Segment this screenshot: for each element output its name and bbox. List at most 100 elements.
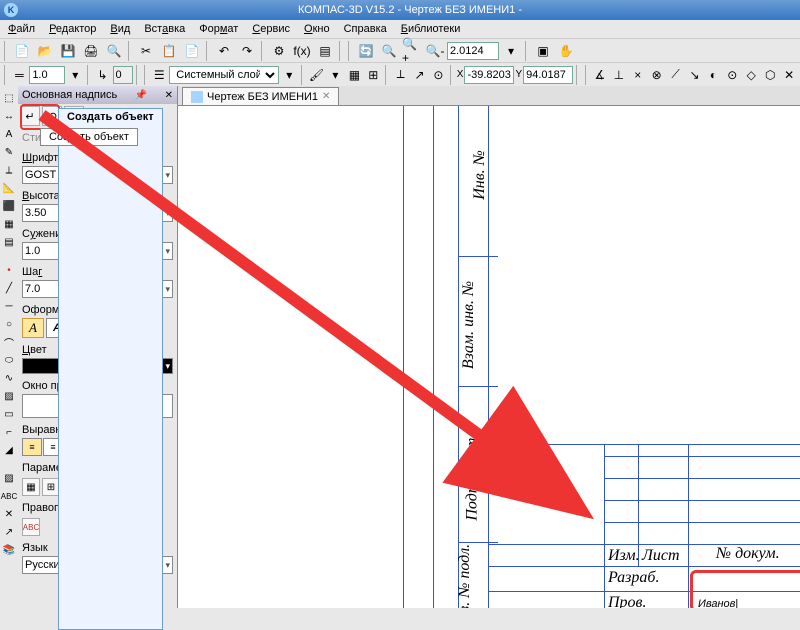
coord-icon[interactable]: ↗	[411, 64, 429, 86]
hatch-icon[interactable]: ▨	[1, 388, 17, 404]
tooltip-create: Создать объект	[58, 108, 163, 630]
menu-view[interactable]: Вид	[104, 21, 136, 37]
dropdown-icon[interactable]: ▾	[500, 40, 522, 62]
undo-icon[interactable]: ↶	[213, 40, 235, 62]
tab-close-icon[interactable]: ✕	[322, 91, 330, 102]
zoom-in-icon[interactable]: 🔍+	[401, 40, 423, 62]
close-panel-icon[interactable]: ✕	[165, 90, 173, 101]
text-icon[interactable]: A	[1, 126, 17, 142]
print-icon[interactable]: 🖨	[80, 40, 102, 62]
layer-select[interactable]: Системный слой (0)	[169, 66, 279, 84]
pin-icon[interactable]: 📌	[135, 90, 147, 101]
open-icon[interactable]: 📂	[34, 40, 56, 62]
dd3-icon[interactable]: ▾	[326, 64, 344, 86]
snap1-icon[interactable]: ∡	[591, 64, 609, 86]
copy-icon[interactable]: 📋	[158, 40, 180, 62]
arc-icon[interactable]: ⌒	[1, 334, 17, 350]
menu-format[interactable]: Формат	[193, 21, 244, 37]
tool-icon[interactable]: ⚙	[268, 40, 290, 62]
abc-icon[interactable]: ABC	[1, 488, 17, 504]
arr-icon[interactable]: ↗	[1, 524, 17, 540]
geom-icon[interactable]: ⬚	[1, 90, 17, 106]
aux-icon[interactable]: ╱	[1, 280, 17, 296]
ortho-icon[interactable]: ⟂	[392, 64, 410, 86]
zoom-input[interactable]	[447, 42, 499, 60]
document-tab[interactable]: Чертеж БЕЗ ИМЕНИ1 ✕	[182, 87, 339, 105]
tab-label: Чертеж БЕЗ ИМЕНИ1	[207, 91, 318, 103]
drawing-canvas[interactable]: Инв. № Взам. инв. № Подп. и дата Инв. № …	[178, 106, 800, 608]
snap10-icon[interactable]: ⬡	[761, 64, 779, 86]
menu-libs[interactable]: Библиотеки	[395, 21, 467, 37]
meas-icon[interactable]: 📐	[1, 180, 17, 196]
grid-icon[interactable]: ▦	[345, 64, 363, 86]
align-left-button[interactable]: ≡	[22, 438, 42, 456]
snap9-icon[interactable]: ◇	[742, 64, 760, 86]
dd2-icon[interactable]: ▾	[280, 64, 298, 86]
ellipse-icon[interactable]: ⬭	[1, 352, 17, 368]
edit-icon[interactable]: ✎	[1, 144, 17, 160]
create-object-button[interactable]: ↵	[20, 106, 40, 126]
cham-icon[interactable]: ⌐	[1, 424, 17, 440]
snap6-icon[interactable]: ↘	[686, 64, 704, 86]
y-input[interactable]	[523, 66, 573, 84]
x-input[interactable]	[464, 66, 514, 84]
menu-help[interactable]: Справка	[338, 21, 393, 37]
line-icon[interactable]: ─	[1, 298, 17, 314]
dim-icon[interactable]: ↔	[1, 108, 17, 124]
dd-icon[interactable]: ▾	[66, 64, 84, 86]
fit-icon[interactable]: ▣	[532, 40, 554, 62]
local-icon[interactable]: ⊙	[429, 64, 447, 86]
brush-icon[interactable]: 🖌	[308, 64, 326, 86]
snap7-icon[interactable]: ◐	[704, 64, 722, 86]
tab-bar: Чертеж БЕЗ ИМЕНИ1 ✕	[178, 86, 800, 106]
snap2-icon[interactable]: ⊥	[610, 64, 628, 86]
rep-icon[interactable]: ▤	[1, 234, 17, 250]
snap8-icon[interactable]: ⊙	[723, 64, 741, 86]
mlib-icon[interactable]: 📚	[1, 542, 17, 558]
x2-icon[interactable]: ✕	[1, 506, 17, 522]
spell-icon[interactable]: ABC	[22, 518, 40, 536]
italic-button[interactable]: A	[22, 318, 44, 338]
param1-icon[interactable]: ▦	[22, 478, 40, 496]
paste-icon[interactable]: 📄	[181, 40, 203, 62]
snap11-icon[interactable]: ✕	[780, 64, 798, 86]
snap3-icon[interactable]: ×	[629, 64, 647, 86]
new-icon[interactable]: 📄	[11, 40, 33, 62]
refresh-icon[interactable]: 🔄	[355, 40, 377, 62]
zoom-out-icon[interactable]: 🔍-	[424, 40, 446, 62]
menu-edit[interactable]: Редактор	[43, 21, 102, 37]
vars-icon[interactable]: ▤	[314, 40, 336, 62]
circle-icon[interactable]: ○	[1, 316, 17, 332]
snap4-icon[interactable]: ⊗	[648, 64, 666, 86]
menu-window[interactable]: Окно	[298, 21, 336, 37]
menu-service[interactable]: Сервис	[246, 21, 296, 37]
fx-icon[interactable]: f(x)	[291, 40, 313, 62]
snap-icon[interactable]: ⊞	[364, 64, 382, 86]
save-icon[interactable]: 💾	[57, 40, 79, 62]
spec-icon[interactable]: ▦	[1, 216, 17, 232]
spline-icon[interactable]: ∿	[1, 370, 17, 386]
draw-h3: № докум.	[716, 545, 780, 563]
draw-r1: Разраб.	[608, 569, 659, 587]
snap5-icon[interactable]: ⟋	[667, 64, 685, 86]
menu-file[interactable]: Файл	[2, 21, 41, 37]
pt-icon[interactable]: •	[1, 262, 17, 278]
arrow-icon[interactable]: ↳	[94, 64, 112, 86]
preview-icon[interactable]: 🔍	[103, 40, 125, 62]
hatch2-icon[interactable]: ▨	[1, 470, 17, 486]
zoom-window-icon[interactable]: 🔍	[378, 40, 400, 62]
param-icon[interactable]: ⟂	[1, 162, 17, 178]
line-style-icon[interactable]: ═	[10, 64, 28, 86]
layer-icon[interactable]: ☰	[150, 64, 168, 86]
fill-icon[interactable]: ◢	[1, 442, 17, 458]
redo-icon[interactable]: ↷	[236, 40, 258, 62]
linewidth-input[interactable]	[29, 66, 65, 84]
cut-icon[interactable]: ✂	[135, 40, 157, 62]
step-input[interactable]	[113, 66, 133, 84]
sel-icon[interactable]: ⬛	[1, 198, 17, 214]
pan-icon[interactable]: ✋	[555, 40, 577, 62]
panel-title: Основная надпись	[22, 89, 117, 101]
menu-insert[interactable]: Вставка	[138, 21, 191, 37]
property-panel: Основная надпись 📌 ✕ ↵ ⟲ ☑ Создать объек…	[18, 86, 178, 608]
rect-icon[interactable]: ▭	[1, 406, 17, 422]
